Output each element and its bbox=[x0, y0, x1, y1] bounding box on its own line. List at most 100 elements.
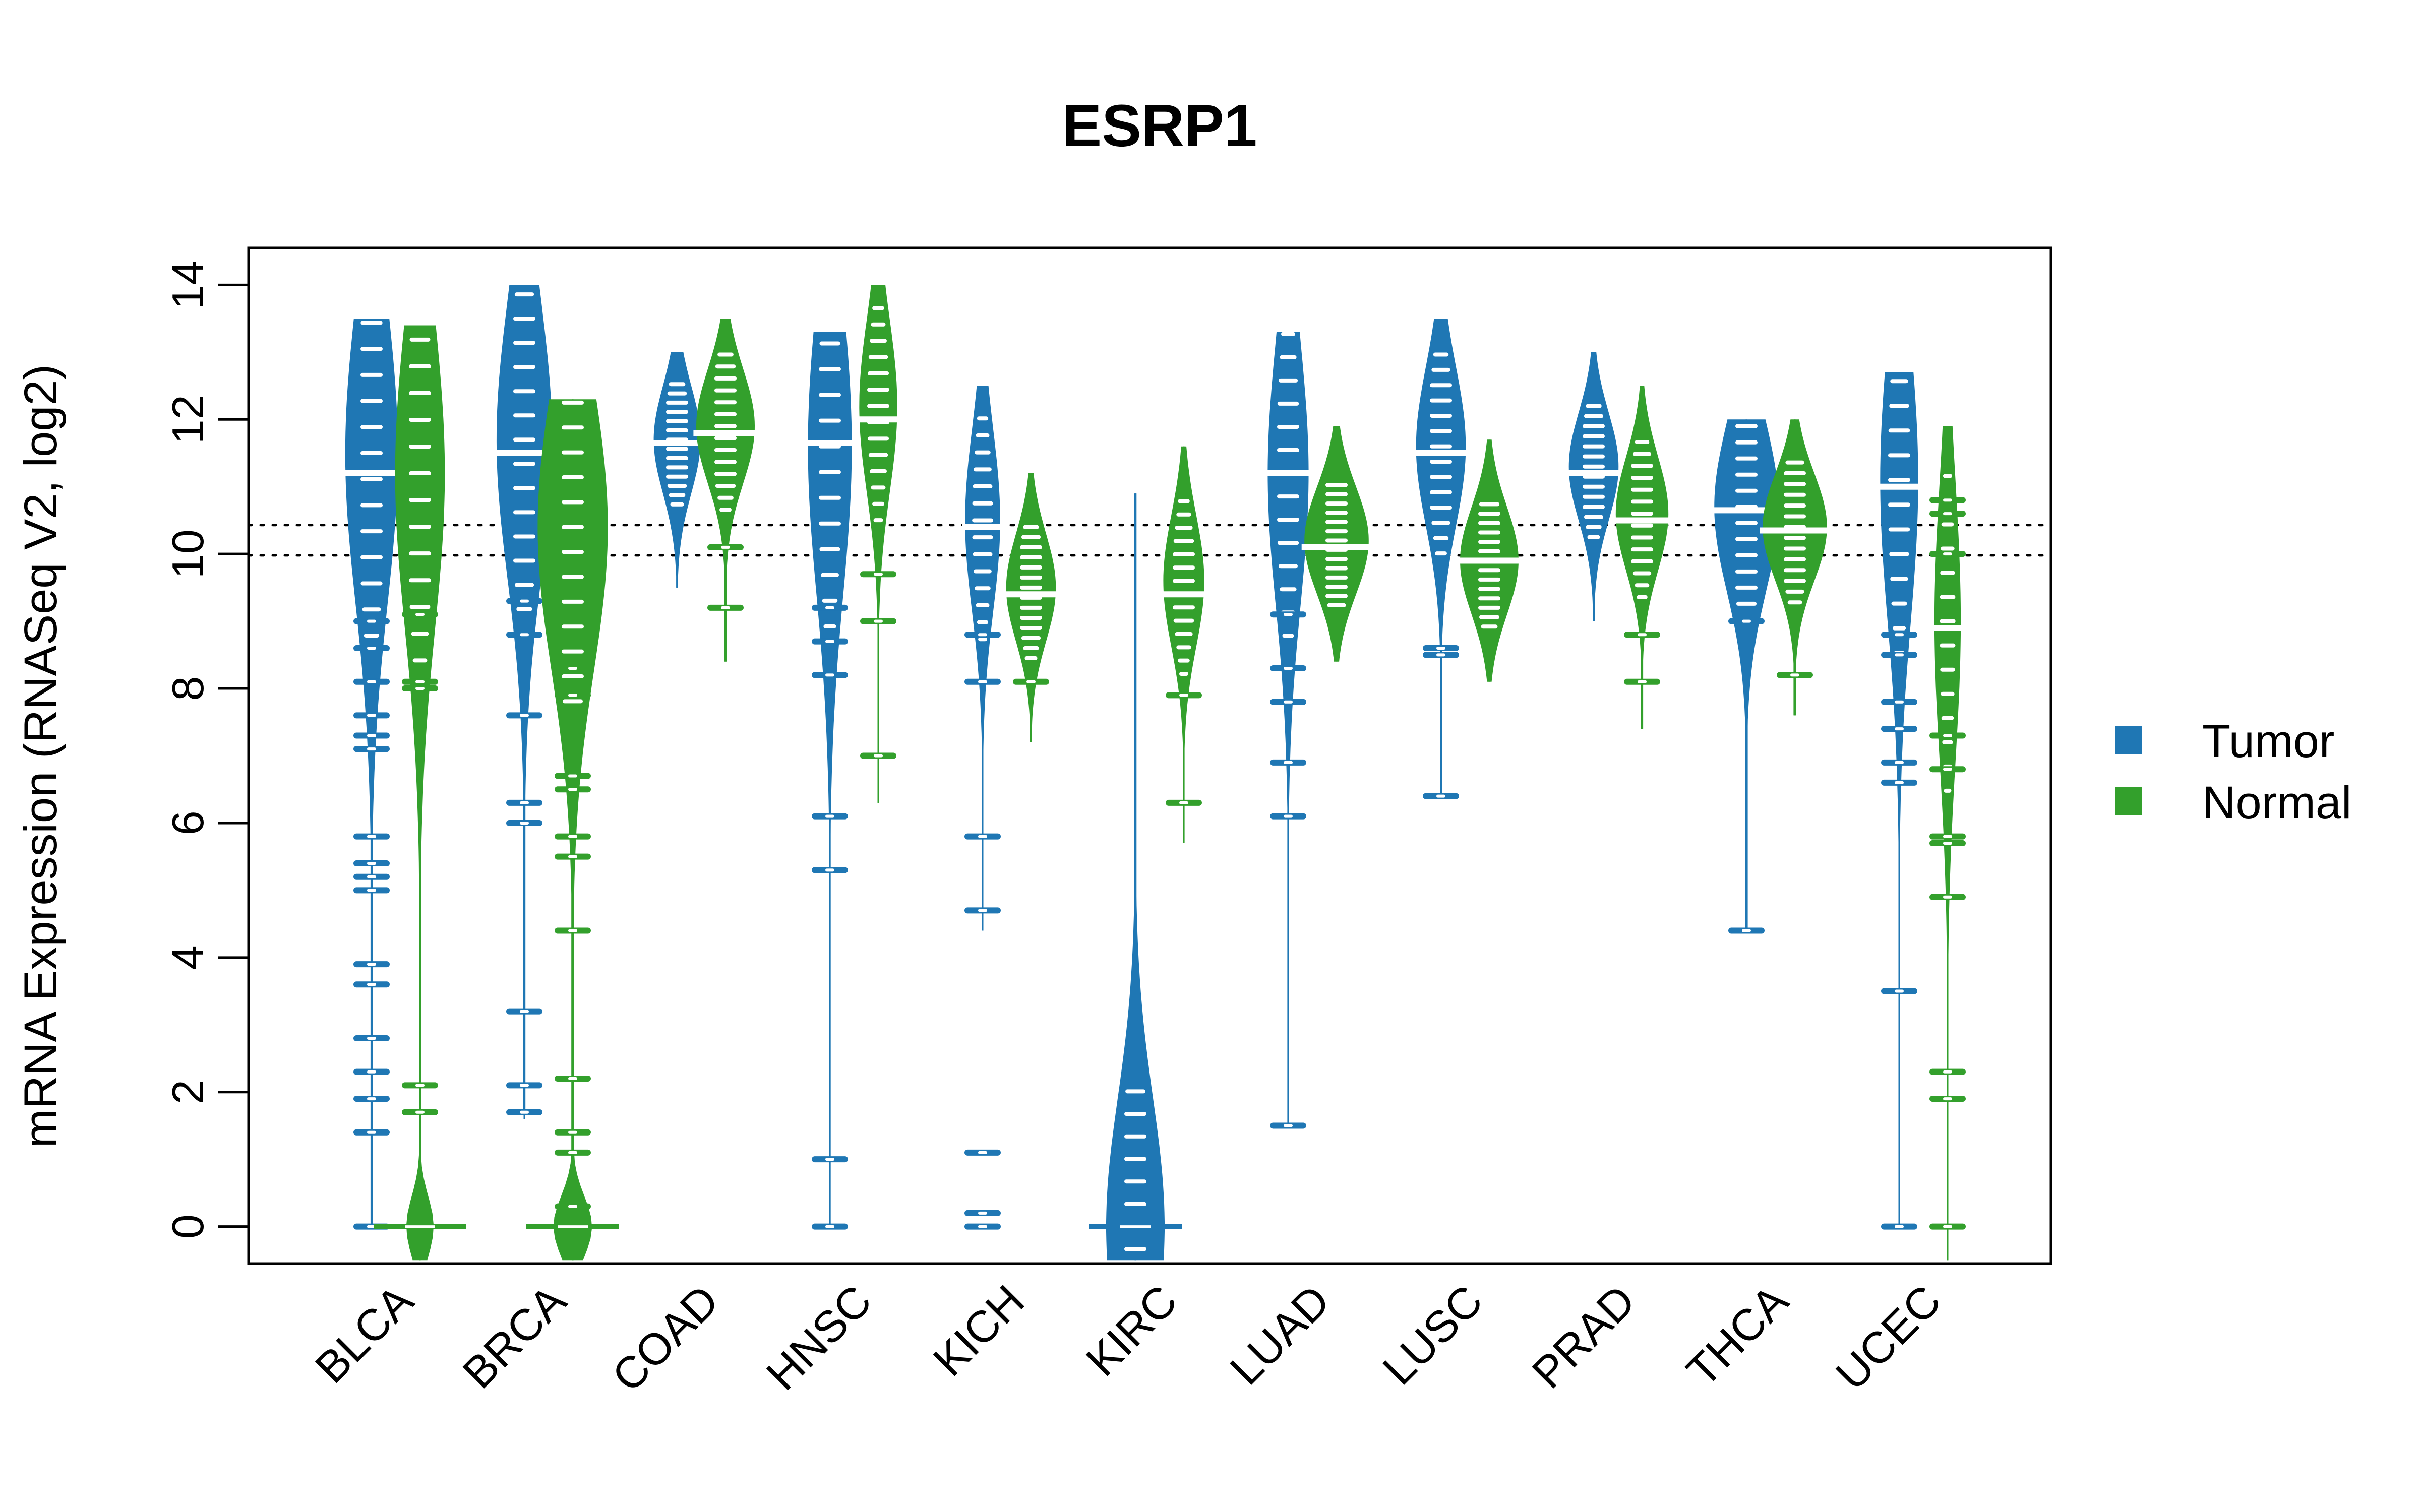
y-tick-label: 14 bbox=[163, 260, 213, 309]
bean-rung bbox=[974, 467, 992, 472]
bean-rung bbox=[714, 412, 737, 416]
bean-point-center bbox=[1638, 680, 1647, 683]
bean-rung bbox=[1736, 601, 1757, 606]
bean-rung bbox=[1784, 568, 1806, 573]
bean-point-center bbox=[520, 1084, 529, 1087]
bean-rung bbox=[1024, 656, 1038, 661]
bean-rung bbox=[1278, 564, 1298, 569]
bean-rung bbox=[1637, 595, 1648, 599]
x-tick-label: COAD bbox=[602, 1275, 729, 1401]
bean-normal-lusc bbox=[1457, 439, 1522, 682]
bean-rung bbox=[1178, 658, 1190, 663]
bean-rung bbox=[1478, 605, 1500, 610]
bean-rung bbox=[514, 583, 534, 587]
bean-rung bbox=[1888, 428, 1910, 433]
bean-rung bbox=[1020, 555, 1042, 559]
bean-point-center bbox=[1943, 734, 1952, 737]
bean-rung bbox=[1433, 352, 1449, 357]
x-tick-label: PRAD bbox=[1523, 1275, 1645, 1398]
x-tick-label: THCA bbox=[1677, 1275, 1798, 1396]
bean-rung bbox=[872, 306, 884, 310]
bean-rung bbox=[1943, 474, 1953, 478]
bean-point-center bbox=[1895, 700, 1904, 704]
bean-rung bbox=[1735, 569, 1758, 574]
bean-rung bbox=[666, 400, 688, 405]
legend-item-normal: Normal bbox=[2115, 777, 2351, 829]
bean-point-center bbox=[568, 855, 577, 858]
bean-point-center bbox=[1943, 552, 1952, 556]
bean-rung bbox=[409, 551, 431, 556]
bean-rung bbox=[1940, 619, 1956, 623]
bean-rung bbox=[823, 624, 836, 628]
bean-point-center bbox=[1943, 512, 1952, 516]
bean-point-center bbox=[1284, 1124, 1293, 1127]
bean-rung bbox=[409, 605, 431, 609]
bean-rung bbox=[1124, 1157, 1146, 1161]
bean-rung bbox=[1430, 398, 1452, 403]
bean-rung bbox=[562, 425, 584, 430]
bean-point-center bbox=[978, 909, 987, 912]
x-tick-label: BLCA bbox=[306, 1275, 423, 1393]
bean-point-center bbox=[1895, 761, 1904, 764]
bean-tumor-blca bbox=[342, 319, 401, 1230]
bean-rung bbox=[1784, 514, 1806, 519]
bean-rung bbox=[1435, 551, 1447, 556]
bean-rung bbox=[1787, 600, 1802, 605]
bean-point-center bbox=[825, 1158, 834, 1161]
bean-rung bbox=[1020, 575, 1042, 580]
bean-rung bbox=[1940, 571, 1955, 575]
bean-rung bbox=[667, 484, 687, 488]
bean-rung bbox=[409, 525, 431, 529]
bean-rung bbox=[719, 508, 732, 512]
bean-point-center bbox=[1943, 1070, 1952, 1074]
bean-rung bbox=[669, 382, 686, 387]
bean-rung bbox=[667, 391, 687, 396]
bean-rung bbox=[819, 495, 841, 500]
bean-rung bbox=[1784, 492, 1806, 497]
bean-rung bbox=[1735, 553, 1758, 557]
bean-rung bbox=[1944, 788, 1952, 793]
bean-rung bbox=[1940, 595, 1956, 599]
bean-rung bbox=[1892, 626, 1906, 631]
bean-rung bbox=[1586, 525, 1602, 529]
bean-rung bbox=[974, 569, 992, 574]
bean-rung bbox=[976, 603, 990, 607]
bean-rung bbox=[360, 399, 383, 403]
bean-rung bbox=[1632, 452, 1652, 456]
bean-normal-prad bbox=[1613, 386, 1671, 729]
bean-rung bbox=[1478, 577, 1500, 582]
bean-rung bbox=[1784, 482, 1806, 486]
bean-point-center bbox=[978, 1151, 987, 1154]
bean-rung bbox=[360, 321, 383, 325]
bean-point-center bbox=[1895, 781, 1904, 784]
bean-point-center bbox=[1436, 653, 1445, 657]
bean-rung bbox=[1586, 404, 1602, 408]
bean-rung bbox=[1325, 575, 1348, 580]
bean-rung bbox=[1583, 444, 1605, 449]
bean-point-center bbox=[1895, 727, 1904, 731]
bean-rung bbox=[1021, 535, 1041, 539]
bean-normal-luad bbox=[1301, 426, 1372, 662]
bean-rung bbox=[976, 433, 990, 437]
y-tick-label: 12 bbox=[163, 395, 213, 444]
bean-point-center bbox=[367, 646, 376, 650]
bean-rung bbox=[1735, 521, 1758, 525]
bean-rung bbox=[364, 633, 380, 638]
bean-rung bbox=[821, 573, 839, 577]
legend-item-tumor: Tumor bbox=[2115, 716, 2334, 767]
bean-point-center bbox=[568, 694, 577, 697]
bean-rung bbox=[1430, 460, 1452, 464]
bean-rung bbox=[1478, 549, 1500, 553]
bean-rung bbox=[1587, 535, 1600, 539]
bean-rung bbox=[1124, 1134, 1146, 1139]
bean-rung bbox=[563, 699, 583, 704]
bean-rung bbox=[666, 419, 688, 423]
y-tick-label: 0 bbox=[163, 1214, 213, 1239]
bean-rung bbox=[360, 477, 383, 481]
bean-point-center bbox=[1895, 1225, 1904, 1228]
bean-rung bbox=[360, 555, 383, 559]
bean-rung bbox=[1280, 355, 1297, 359]
x-tick-label: LUAD bbox=[1220, 1275, 1339, 1394]
bean-normal-brca bbox=[526, 399, 619, 1261]
bean-point-center bbox=[568, 788, 577, 791]
